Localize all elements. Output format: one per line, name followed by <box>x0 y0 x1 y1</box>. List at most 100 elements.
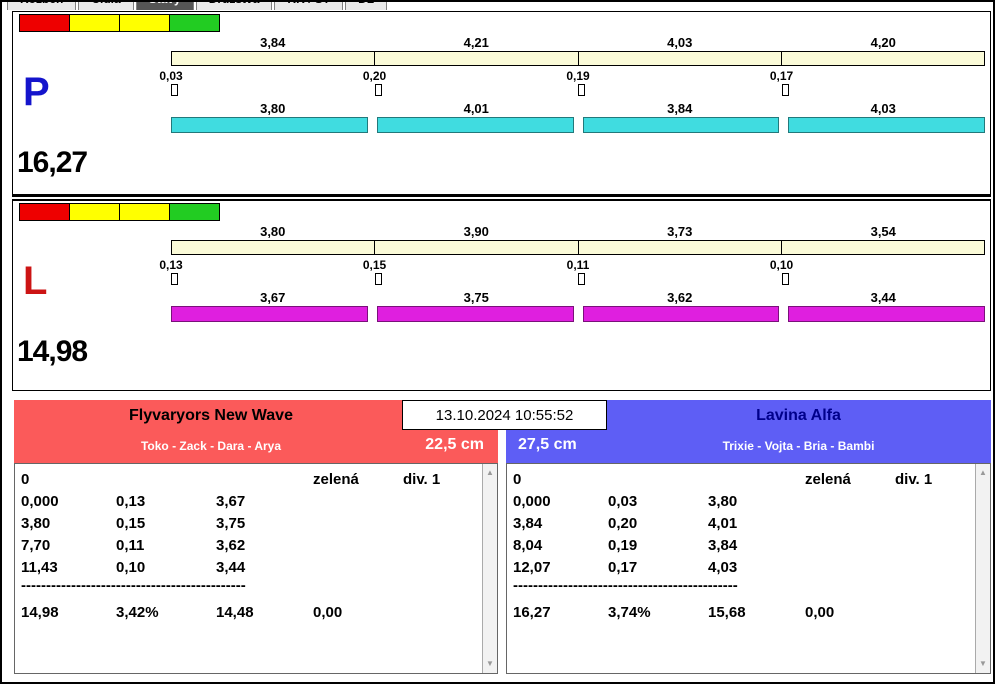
log-total-percent: 3,42% <box>116 604 159 621</box>
lane-letter-l: L <box>23 259 48 303</box>
split-time-top: 3,90 <box>463 224 489 239</box>
lane-chart-l: 3,80 3,90 3,73 3,54 0,13 0,15 0,11 0,10 <box>159 201 985 390</box>
changeover-time: 0,17 <box>769 69 794 83</box>
run-time: 3,75 <box>463 290 489 305</box>
log-cell-empty <box>116 469 216 491</box>
team-subheader: Toko - Zack - Dara - Arya 22,5 cm <box>14 432 498 463</box>
tab-strip: Rozběh Čidla Stavy Družstva RK / ST DL <box>7 2 647 10</box>
log-cell-empty <box>805 491 895 513</box>
log-total-net: 15,68 <box>708 604 746 621</box>
tab-bar: Rozběh Čidla Stavy Družstva RK / ST DL <box>7 2 647 11</box>
dog-run-bar <box>788 117 985 133</box>
log-cell: 12,07 <box>513 559 551 576</box>
log-cell: 0,20 <box>608 515 638 532</box>
log-row: 0,000 0,13 3,67 <box>21 491 497 513</box>
log-total-time: 16,27 <box>513 604 551 621</box>
dog-run-bar <box>171 117 368 133</box>
log-cell: 3,84 <box>513 515 543 532</box>
log-cell-empty <box>805 535 895 557</box>
tick-row <box>171 273 985 286</box>
changeover-tick <box>374 84 382 96</box>
log-cell-empty <box>608 469 708 491</box>
tab-dl[interactable]: DL <box>345 2 388 10</box>
log-total-penalty: 0,00 <box>805 604 835 621</box>
run-times-row: 3,67 3,75 3,62 3,44 <box>171 290 985 305</box>
tab-druzstva[interactable]: Družstva <box>195 2 273 10</box>
log-cell: 3,67 <box>216 493 246 510</box>
log-start-flag: 0 <box>513 471 522 488</box>
yellow-light-1 <box>70 204 120 220</box>
teams-footer: Flyvaryors New Wave Toko - Zack - Dara -… <box>12 400 991 676</box>
jump-height: 22,5 cm <box>425 436 484 453</box>
dog-run-bar <box>171 306 368 322</box>
tab-rozbeh[interactable]: Rozběh <box>7 2 77 10</box>
changeover-row: 0,03 0,20 0,19 0,17 <box>159 69 985 83</box>
log-divider: ----------------------------------------… <box>513 579 738 594</box>
log-scrollbar[interactable]: ▲ ▼ <box>482 464 497 673</box>
log-totals-row: 16,27 3,74% 15,68 0,00 <box>513 602 990 624</box>
tab-rk-st[interactable]: RK / ST <box>274 2 344 10</box>
run-time: 4,03 <box>870 101 896 116</box>
split-time-top: 3,84 <box>260 35 286 50</box>
log-cell: 0,11 <box>116 537 145 554</box>
split-time-top: 3,54 <box>870 224 896 239</box>
changeover-row: 0,13 0,15 0,11 0,10 <box>159 258 985 272</box>
split-times-top-row: 3,80 3,90 3,73 3,54 <box>171 224 985 239</box>
split-time-top: 3,73 <box>667 224 693 239</box>
scroll-down-icon[interactable]: ▼ <box>483 657 497 671</box>
log-cell-empty <box>216 469 313 491</box>
split-time-top: 3,80 <box>260 224 286 239</box>
lane-chart-p: 3,84 4,21 4,03 4,20 0,03 0,20 0,19 0,17 <box>159 12 985 194</box>
log-row: 11,43 0,10 3,44 <box>21 557 497 579</box>
log-cell: 7,70 <box>21 537 51 554</box>
split-times-top-row: 3,84 4,21 4,03 4,20 <box>171 35 985 50</box>
team-log-left[interactable]: 0 zelená div. 1 0,000 0,13 3,67 3,80 0,1… <box>14 463 498 674</box>
log-scrollbar[interactable]: ▲ ▼ <box>975 464 990 673</box>
log-cell-empty <box>805 513 895 535</box>
log-cell-empty <box>805 557 895 579</box>
scroll-down-icon[interactable]: ▼ <box>976 657 990 671</box>
log-divider: ----------------------------------------… <box>21 579 246 594</box>
track-segment <box>172 52 376 65</box>
log-light-status: zelená <box>805 471 851 488</box>
tick-row <box>171 84 985 97</box>
run-bars-row <box>171 117 985 133</box>
dog-run-bar <box>582 117 780 133</box>
log-cell: 0,10 <box>116 559 146 576</box>
changeover-tick <box>171 84 178 96</box>
lane-panel-l: L 14,98 3,80 3,90 3,73 3,54 0,13 0,15 0,… <box>12 199 991 391</box>
log-cell: 3,84 <box>708 537 738 554</box>
split-time-top: 4,21 <box>463 35 489 50</box>
track-segment <box>781 241 984 254</box>
time-track <box>171 51 985 66</box>
team-subheader: Trixie - Vojta - Bria - Bambi 27,5 cm <box>506 432 991 463</box>
tab-stavy[interactable]: Stavy <box>135 2 194 10</box>
log-cell: 0,03 <box>608 493 638 510</box>
log-row: 3,84 0,20 4,01 <box>513 513 990 535</box>
log-cell: 0,17 <box>608 559 638 576</box>
log-cell: 0,000 <box>21 493 59 510</box>
log-cell: 0,13 <box>116 493 146 510</box>
log-row: 3,80 0,15 3,75 <box>21 513 497 535</box>
log-total-time: 14,98 <box>21 604 59 621</box>
team-log-right[interactable]: 0 zelená div. 1 0,000 0,03 3,80 3,84 0,2… <box>506 463 991 674</box>
log-cell-empty <box>313 513 403 535</box>
run-bars-row <box>171 306 985 322</box>
log-total-penalty: 0,00 <box>313 604 343 621</box>
log-cell: 3,62 <box>216 537 246 554</box>
log-row: 7,70 0,11 3,62 <box>21 535 497 557</box>
run-time: 3,67 <box>260 290 286 305</box>
run-time: 3,80 <box>260 101 286 116</box>
yellow-light-2 <box>120 15 170 31</box>
log-row: 0,000 0,03 3,80 <box>513 491 990 513</box>
lane-panel-p: P 16,27 3,84 4,21 4,03 4,20 0,03 0,20 0,… <box>12 11 991 197</box>
scroll-up-icon[interactable]: ▲ <box>976 466 990 480</box>
run-times-row: 3,80 4,01 3,84 4,03 <box>171 101 985 116</box>
red-light <box>20 15 70 31</box>
log-cell-empty <box>313 491 403 513</box>
red-light <box>20 204 70 220</box>
log-cell: 0,15 <box>116 515 146 532</box>
scroll-up-icon[interactable]: ▲ <box>483 466 497 480</box>
tab-cidla[interactable]: Čidla <box>78 2 134 10</box>
dog-run-bar <box>582 306 780 322</box>
